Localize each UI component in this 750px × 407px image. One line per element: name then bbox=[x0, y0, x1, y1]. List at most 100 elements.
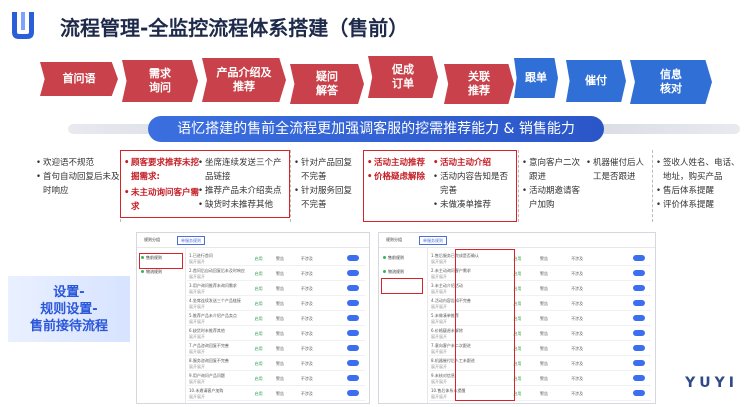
table-cell: 展开展开 bbox=[431, 304, 447, 309]
list-item: 活动内容告知是否完善 bbox=[433, 170, 513, 198]
list-item: 缺货时未推荐其他 bbox=[198, 198, 286, 212]
watermark-logo: YUYI bbox=[685, 375, 738, 391]
toggle-switch[interactable] bbox=[347, 300, 359, 306]
column-needs: 顾客要求推荐未挖掘需求: 未主动询问客户需求 bbox=[124, 156, 200, 214]
table-row[interactable]: 6.缺货时未推荐其他 展开展开 启用 警告 不涉及 bbox=[187, 326, 365, 341]
table-cell: 不涉及 bbox=[571, 256, 584, 261]
table-cell: 警告 bbox=[276, 376, 284, 381]
shot-sidebar: 售前规则 物流规则 bbox=[137, 247, 186, 403]
table-cell: 警告 bbox=[540, 316, 548, 321]
table-cell: 不涉及 bbox=[571, 376, 584, 381]
toggle-switch[interactable] bbox=[347, 255, 359, 261]
toggle-switch[interactable] bbox=[633, 315, 645, 321]
table-cell: 不涉及 bbox=[300, 346, 313, 351]
toggle-switch[interactable] bbox=[347, 345, 359, 351]
highlight-box-sidebar bbox=[381, 278, 423, 294]
table-cell: 展开展开 bbox=[189, 334, 205, 339]
list-item: 评价体系提醒 bbox=[656, 198, 744, 212]
settings-path-line: 售前接待流程 bbox=[29, 318, 108, 334]
process-step: 首问语 bbox=[40, 62, 118, 96]
table-row[interactable]: 8.服务咨询回复不完善 展开展开 启用 警告 不涉及 bbox=[187, 356, 365, 371]
toggle-switch[interactable] bbox=[347, 375, 359, 381]
table-cell: 展开展开 bbox=[431, 349, 447, 354]
table-row[interactable]: 1.已进行首问 展开展开 启用 警告 不涉及 bbox=[187, 251, 365, 266]
list-item: 活动期邀请客户加购 bbox=[522, 184, 586, 212]
toggle-switch[interactable] bbox=[633, 330, 645, 336]
table-cell: 启用 bbox=[254, 361, 263, 366]
settings-path-line: 设置- bbox=[53, 284, 85, 300]
settings-path-label: 设置- 规则设置- 售前接待流程 bbox=[8, 276, 130, 342]
table-row[interactable]: 9.用户询问产品问题 展开展开 启用 警告 不涉及 bbox=[187, 371, 365, 386]
table-cell: 警告 bbox=[276, 256, 284, 261]
list-item: 欢迎语不规范 bbox=[36, 156, 122, 170]
table-row[interactable]: 3.用户询问推荐未询问需求 展开展开 启用 警告 不涉及 bbox=[187, 281, 365, 296]
table-row[interactable]: 2.首问后自动回复后未及时响应 展开展开 启用 警告 不涉及 bbox=[187, 266, 365, 281]
shot-sidebar-item[interactable]: 售前规则 bbox=[383, 255, 404, 261]
table-cell: 警告 bbox=[276, 361, 284, 366]
table-cell: 启用 bbox=[254, 286, 263, 291]
highlight-box-right-rules bbox=[455, 249, 515, 401]
toggle-switch[interactable] bbox=[347, 270, 359, 276]
table-cell: 警告 bbox=[540, 346, 548, 351]
table-cell: 不涉及 bbox=[571, 361, 584, 366]
toggle-switch[interactable] bbox=[347, 285, 359, 291]
table-cell: 不涉及 bbox=[300, 301, 313, 306]
table-cell: 展开展开 bbox=[431, 274, 447, 279]
table-cell: 警告 bbox=[276, 301, 284, 306]
table-cell: 不涉及 bbox=[571, 286, 584, 291]
shot-sidebar-item[interactable]: 物流规则 bbox=[383, 269, 404, 275]
toggle-switch[interactable] bbox=[633, 270, 645, 276]
toggle-switch[interactable] bbox=[347, 330, 359, 336]
table-cell: 启用 bbox=[254, 331, 263, 336]
table-row[interactable]: 4.坐席连续发送三个产品链接 展开展开 启用 警告 不涉及 bbox=[187, 296, 365, 311]
shot-tab[interactable]: 规则分组 bbox=[383, 236, 405, 243]
table-cell: 启用 bbox=[254, 271, 263, 276]
column-recommend: 坐席连续发送三个产品链接 推荐产品未介绍卖点 缺货时未推荐其他 bbox=[198, 156, 286, 212]
process-step: 促成 订单 bbox=[368, 56, 438, 98]
toggle-switch[interactable] bbox=[633, 360, 645, 366]
rules-screenshot-left: 规则分组 单服务规则售前规则 物流规则 1.已进行首问 展开展开 启用 警告 不涉及 2.首问后… bbox=[136, 232, 370, 404]
list-item: 售后体系提醒 bbox=[656, 184, 744, 198]
list-item: 推荐产品未介绍卖点 bbox=[198, 184, 286, 198]
table-row[interactable]: 10.未邀请客户加购 展开展开 启用 警告 不涉及 bbox=[187, 386, 365, 401]
table-cell: 警告 bbox=[276, 331, 284, 336]
table-cell: 展开展开 bbox=[189, 319, 205, 324]
process-step: 关联 推荐 bbox=[444, 64, 514, 104]
process-step: 催付 bbox=[566, 60, 626, 102]
table-cell: 不涉及 bbox=[300, 376, 313, 381]
table-cell: 警告 bbox=[276, 391, 284, 396]
toggle-switch[interactable] bbox=[347, 360, 359, 366]
table-cell: 启用 bbox=[254, 391, 263, 396]
shot-tab[interactable]: 单服务规则 bbox=[419, 236, 447, 245]
table-cell: 启用 bbox=[254, 346, 263, 351]
list-item: 签收人姓名、电话、地址，购买产品 bbox=[656, 156, 744, 184]
table-row[interactable]: 5.推荐产品未介绍产品卖点 展开展开 启用 警告 不涉及 bbox=[187, 311, 365, 326]
process-step: 跟单 bbox=[514, 58, 558, 98]
toggle-switch[interactable] bbox=[347, 315, 359, 321]
toggle-switch[interactable] bbox=[633, 285, 645, 291]
shot-tab[interactable]: 规则分组 bbox=[141, 236, 163, 243]
rules-screenshot-right: 规则分组 单服务规则 售前规则 物流规则 1.售后服务已完成是否确认 展开展开 启用 警告 不涉… bbox=[378, 232, 656, 404]
table-cell: 展开展开 bbox=[189, 364, 205, 369]
table-cell: 不涉及 bbox=[571, 346, 584, 351]
toggle-switch[interactable] bbox=[633, 255, 645, 261]
shot-tab[interactable]: 单服务规则 bbox=[177, 236, 205, 245]
toggle-switch[interactable] bbox=[633, 300, 645, 306]
list-item: 价格疑虑解除 bbox=[367, 170, 433, 184]
process-step: 需求 询问 bbox=[122, 60, 198, 102]
table-cell: 警告 bbox=[276, 316, 284, 321]
column-orders: 活动主动推荐 价格疑虑解除 bbox=[367, 156, 433, 184]
column-related: 活动主动介绍 活动内容告知是否完善 未做凑单推荐 bbox=[433, 156, 513, 212]
shot-sidebar-item[interactable]: 物流规则 bbox=[141, 269, 162, 275]
settings-path-line: 规则设置- bbox=[40, 301, 98, 317]
brand-logo-icon bbox=[12, 12, 34, 39]
table-row[interactable]: 7.产品咨询回复不完善 展开展开 启用 警告 不涉及 bbox=[187, 341, 365, 356]
list-item: 未做凑单推荐 bbox=[433, 198, 513, 212]
toggle-switch[interactable] bbox=[633, 345, 645, 351]
process-step: 产品介绍及 推荐 bbox=[202, 58, 286, 102]
toggle-switch[interactable] bbox=[633, 390, 645, 396]
toggle-switch[interactable] bbox=[633, 375, 645, 381]
toggle-switch[interactable] bbox=[347, 390, 359, 396]
list-item: 活动主动推荐 bbox=[367, 156, 433, 170]
shot-sidebar: 售前规则 物流规则 bbox=[379, 247, 428, 403]
